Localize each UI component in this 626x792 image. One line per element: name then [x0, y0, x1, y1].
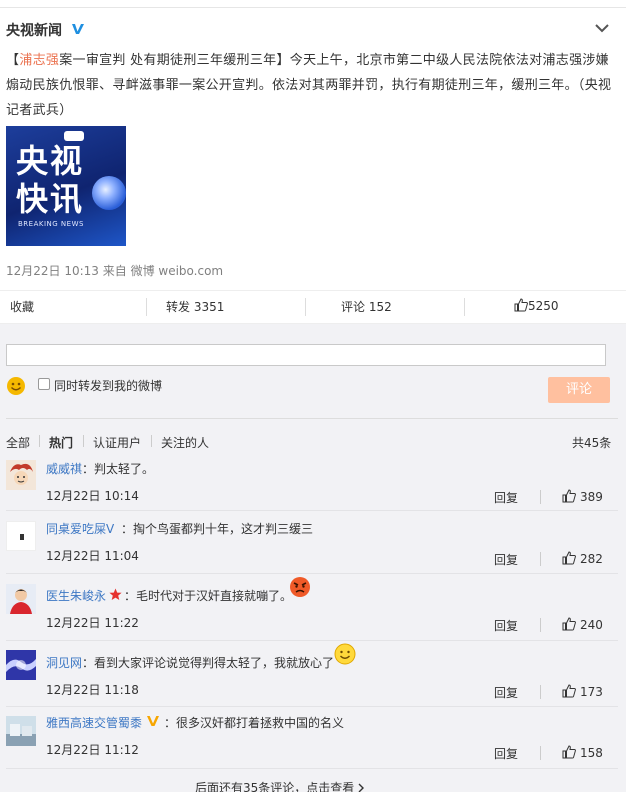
comment-author[interactable]: 雅西高速交管蜀黍	[46, 714, 142, 731]
reply-button[interactable]: 回复	[494, 745, 518, 762]
thumb-title-line1: 央视	[16, 142, 85, 180]
emoji-icon[interactable]	[6, 376, 26, 396]
thumbs-up-icon	[514, 298, 528, 312]
reply-like-separator	[540, 618, 541, 632]
comment-author[interactable]: 威威祺	[46, 460, 82, 477]
comment-input[interactable]	[6, 344, 606, 366]
comment-author[interactable]: 同桌爱吃屎V	[46, 520, 114, 537]
thumbs-up-icon	[562, 745, 576, 759]
comment-button[interactable]: 评论 152	[341, 298, 392, 315]
comment-text: ：判太轻了。	[82, 462, 155, 476]
post-text: 【浦志强案一审宣判 处有期徒刑三年缓刑三年】今天上午，北京市第二中级人民法院依法…	[6, 48, 620, 123]
tab-separator	[151, 435, 152, 447]
comment-time: 12月22日 10:14	[46, 489, 139, 503]
post-timestamp[interactable]: 12月22日 10:13	[6, 264, 99, 278]
reply-button[interactable]: 回复	[494, 684, 518, 701]
smile-emoji-icon	[334, 643, 356, 669]
red-star-icon	[109, 586, 122, 605]
comment-like-count: 389	[580, 490, 603, 504]
comment-like-button[interactable]: 158	[562, 745, 603, 760]
action-separator	[305, 298, 306, 316]
tab-following[interactable]: 关注的人	[161, 434, 209, 451]
comment-divider	[6, 573, 618, 574]
comment-time: 12月22日 11:22	[46, 616, 139, 630]
reply-like-separator	[540, 746, 541, 760]
thumbs-up-icon	[562, 617, 576, 631]
thumb-title-line2: 快讯	[16, 180, 85, 218]
reply-like-separator	[540, 685, 541, 699]
tab-separator	[39, 435, 40, 447]
comment-like-button[interactable]: 240	[562, 617, 603, 632]
comment-time: 12月22日 11:12	[46, 743, 139, 757]
reply-button[interactable]: 回复	[494, 551, 518, 568]
post-topic: 案一审宣判 处有期徒刑三年缓刑三年	[59, 53, 277, 68]
post-author-name[interactable]: 央视新闻	[6, 20, 62, 40]
tab-hot[interactable]: 热门	[49, 434, 73, 451]
post-meta: 12月22日 10:13 来自 微博 weibo.com	[6, 262, 223, 279]
repost-checkbox-label: 同时转发到我的微博	[54, 379, 163, 393]
reply-like-separator	[540, 552, 541, 566]
cctv-logo	[64, 131, 84, 141]
favorite-button[interactable]: 收藏	[10, 298, 34, 315]
avatar[interactable]	[6, 460, 36, 490]
load-more-comments-link[interactable]: 后面还有35条评论，点击查看	[195, 779, 365, 792]
comment-like-button[interactable]: 389	[562, 489, 603, 504]
comment-like-button[interactable]: 282	[562, 551, 603, 566]
bracket-close: 】	[276, 53, 290, 68]
thumbs-up-icon	[562, 551, 576, 565]
reply-like-separator	[540, 490, 541, 504]
comment-time: 12月22日 11:18	[46, 683, 139, 697]
globe-icon	[92, 176, 126, 210]
submit-comment-button[interactable]: 评论	[548, 377, 610, 403]
reply-button[interactable]: 回复	[494, 617, 518, 634]
comment-like-count: 158	[580, 746, 603, 760]
topic-person-link[interactable]: 浦志强	[19, 53, 59, 68]
comment-text: ：掏个鸟蛋都判十年，这才判三缓三	[121, 522, 314, 536]
comment-like-count: 282	[580, 552, 603, 566]
post-source: 来自 微博 weibo.com	[102, 264, 224, 278]
avatar[interactable]	[6, 650, 36, 680]
comment-time: 12月22日 11:04	[46, 549, 139, 563]
load-more-label: 后面还有35条评论，点击查看	[195, 781, 355, 792]
comment-author[interactable]: 医生朱峻永	[46, 587, 106, 604]
repost-button[interactable]: 转发 3351	[166, 298, 224, 315]
comment-total: 共45条	[572, 436, 612, 450]
tab-separator	[83, 435, 84, 447]
avatar[interactable]	[6, 521, 36, 551]
angry-face-emoji-icon	[289, 576, 311, 602]
avatar[interactable]	[6, 584, 36, 614]
reply-button[interactable]: 回复	[494, 489, 518, 506]
section-divider	[6, 418, 618, 419]
thumbs-up-icon	[562, 489, 576, 503]
top-divider	[0, 0, 626, 8]
comment-like-count: 240	[580, 618, 603, 632]
bracket-open: 【	[6, 53, 20, 68]
comment-divider	[6, 706, 618, 707]
like-count: 5250	[528, 299, 559, 313]
comment-text: ：看到大家评论说觉得判得太轻了，我就放心了	[82, 656, 335, 670]
verified-badge-icon	[70, 21, 86, 37]
chevron-down-icon[interactable]	[593, 19, 611, 37]
repost-checkbox[interactable]	[38, 378, 50, 390]
tab-all[interactable]: 全部	[6, 434, 30, 451]
avatar[interactable]	[6, 716, 36, 746]
post-image-thumbnail[interactable]: 央视 快讯 BREAKING NEWS	[6, 126, 126, 246]
chevron-right-icon	[358, 783, 365, 792]
action-separator	[464, 298, 465, 316]
comment-text: ：很多汉奸都打着拯救中国的名义	[164, 716, 345, 730]
comment-divider	[6, 510, 618, 511]
comment-text: ：毛时代对于汉奸直接就嘣了。	[124, 589, 293, 603]
tab-verified-users[interactable]: 认证用户	[93, 434, 141, 451]
comment-like-button[interactable]: 173	[562, 684, 603, 699]
comment-like-count: 173	[580, 685, 603, 699]
thumb-subtitle: BREAKING NEWS	[18, 220, 84, 228]
comment-author[interactable]: 洞见网	[46, 654, 82, 671]
comment-divider	[6, 768, 618, 769]
like-button[interactable]: 5250	[514, 298, 559, 313]
comment-divider	[6, 640, 618, 641]
vip-badge-icon	[146, 713, 160, 732]
thumbs-up-icon	[562, 684, 576, 698]
action-separator	[146, 298, 147, 316]
